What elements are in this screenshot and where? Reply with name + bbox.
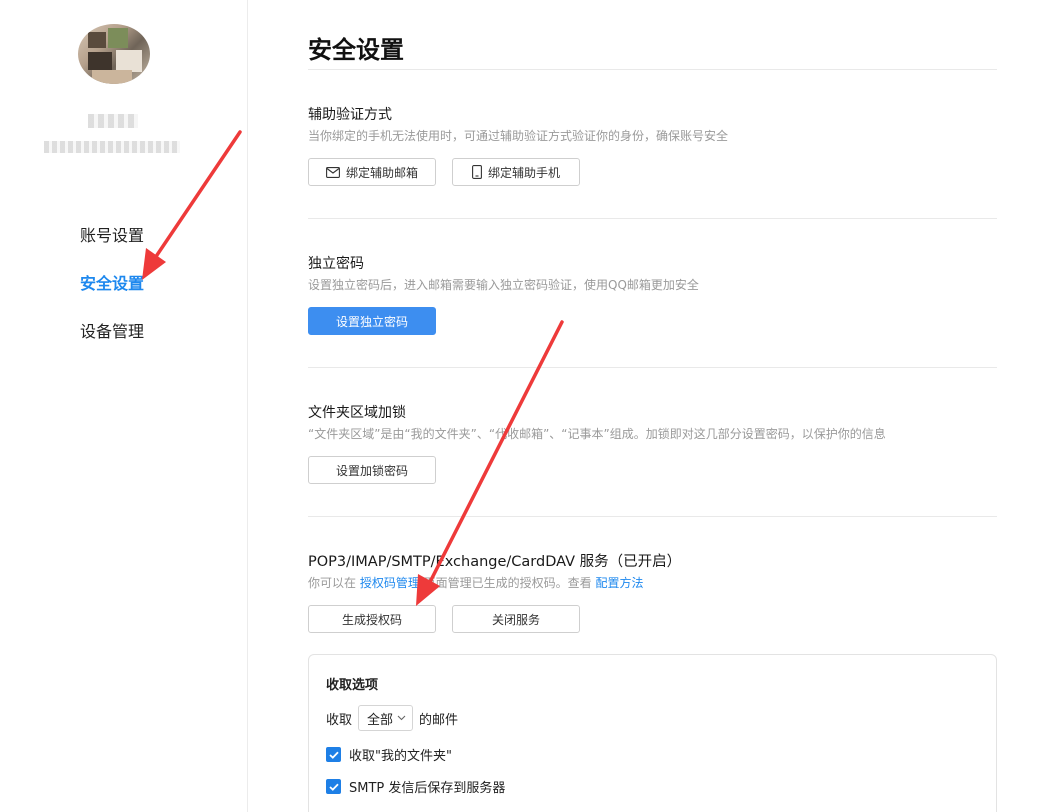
section-desc-pop3-imap-service: 你可以在 授权码管理 页面管理已生成的授权码。查看 配置方法 — [308, 574, 644, 591]
receive-suffix: 的邮件 — [419, 712, 459, 728]
receive-prefix: 收取 — [326, 712, 353, 728]
bind-aux-phone-button[interactable]: 绑定辅助手机 — [452, 158, 580, 186]
option-smtp-save-to-server: SMTP 发信后保存到服务器 — [326, 777, 505, 796]
set-independent-password-button[interactable]: 设置独立密码 — [308, 307, 436, 335]
checkbox-smtp-save-to-server[interactable] — [326, 779, 341, 794]
generate-auth-code-button[interactable]: 生成授权码 — [308, 605, 436, 633]
desc-text: 页面管理已生成的授权码。查看 — [419, 576, 596, 590]
auth-code-management-link[interactable]: 授权码管理 — [360, 576, 420, 590]
config-method-link[interactable]: 配置方法 — [595, 576, 643, 590]
chevron-down-icon — [397, 715, 406, 721]
receive-scope-select[interactable]: 全部 — [358, 705, 414, 731]
user-name-blurred — [88, 114, 138, 128]
bind-aux-email-label: 绑定辅助邮箱 — [345, 165, 418, 180]
bind-aux-email-button[interactable]: 绑定辅助邮箱 — [308, 158, 436, 186]
avatar[interactable] — [78, 24, 150, 84]
sidebar-item-security-settings[interactable]: 安全设置 — [80, 272, 144, 296]
divider — [308, 367, 997, 368]
sidebar-nav: 账号设置 安全设置 设备管理 — [80, 224, 144, 368]
section-title-folder-lock: 文件夹区域加锁 — [308, 405, 406, 421]
bind-aux-phone-label: 绑定辅助手机 — [487, 165, 560, 180]
section-title-pop3-imap-service: POP3/IMAP/SMTP/Exchange/CardDAV 服务（已开启） — [308, 554, 682, 570]
section-title-independent-password: 独立密码 — [308, 256, 364, 272]
option-label: 收取"我的文件夹" — [349, 749, 452, 764]
receive-scope-row: 收取 全部 的邮件 — [326, 705, 458, 731]
section-desc-independent-password: 设置独立密码后，进入邮箱需要输入独立密码验证，使用QQ邮箱更加安全 — [308, 278, 699, 292]
sidebar-item-account-settings[interactable]: 账号设置 — [80, 224, 144, 248]
receive-options-title: 收取选项 — [326, 678, 379, 693]
desc-text: 你可以在 — [308, 576, 360, 590]
divider — [308, 516, 997, 517]
receive-scope-value: 全部 — [367, 712, 394, 728]
app-root: 账号设置 安全设置 设备管理 安全设置 辅助验证方式 当你绑定的手机无法使用时，… — [0, 0, 1057, 812]
set-lock-password-button[interactable]: 设置加锁密码 — [308, 456, 436, 484]
divider — [308, 218, 997, 219]
mail-icon — [326, 166, 340, 178]
close-service-button[interactable]: 关闭服务 — [452, 605, 580, 633]
sidebar: 账号设置 安全设置 设备管理 — [0, 0, 248, 812]
receive-options-panel: 收取选项 收取 全部 的邮件 收取"我的文件夹" SMTP 发信后保存到服务器 — [308, 654, 997, 812]
page-title: 安全设置 — [308, 36, 404, 64]
checkbox-receive-my-folders[interactable] — [326, 747, 341, 762]
check-icon — [328, 751, 339, 759]
option-label: SMTP 发信后保存到服务器 — [349, 781, 506, 796]
option-receive-my-folders: 收取"我的文件夹" — [326, 745, 452, 764]
generate-auth-code-label: 生成授权码 — [341, 612, 402, 627]
close-service-label: 关闭服务 — [491, 612, 540, 627]
divider — [308, 69, 997, 70]
set-independent-password-label: 设置独立密码 — [335, 314, 408, 329]
check-icon — [328, 783, 339, 791]
set-lock-password-label: 设置加锁密码 — [335, 463, 408, 478]
section-desc-aux-verification: 当你绑定的手机无法使用时，可通过辅助验证方式验证你的身份，确保账号安全 — [308, 129, 729, 143]
user-email-blurred — [44, 141, 180, 153]
phone-icon — [472, 165, 482, 179]
sidebar-item-device-management[interactable]: 设备管理 — [80, 320, 144, 344]
section-desc-folder-lock: “文件夹区域”是由“我的文件夹”、“代收邮箱”、“记事本”组成。加锁即对这几部分… — [308, 427, 886, 441]
section-title-aux-verification: 辅助验证方式 — [308, 107, 392, 123]
